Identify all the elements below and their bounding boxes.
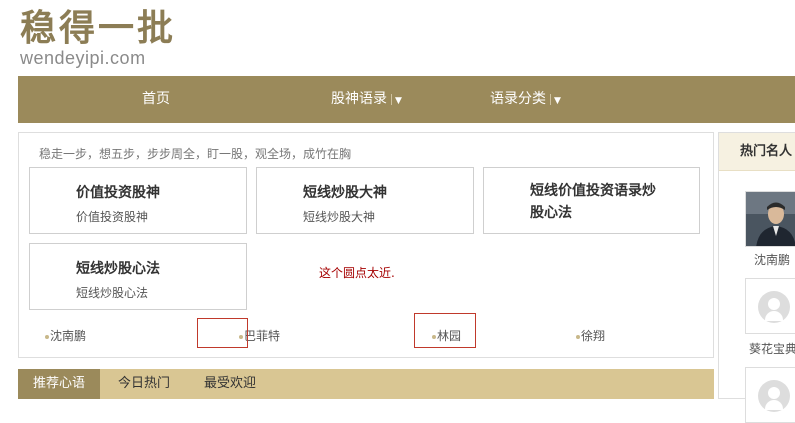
card-title: 短线炒股心法 [76,261,160,277]
name-label: 巴菲特 [244,329,281,343]
avatar[interactable] [745,367,795,423]
bullet-dot-icon [576,334,580,339]
annotation-note: 这个圆点太近. [319,266,395,280]
annotation-highlight-box [197,318,248,348]
nav-item-categories[interactable]: 语录分类 ▼ [490,76,561,123]
tab-today-hot[interactable]: 今日热门 [118,369,170,399]
chevron-down-icon: ▼ [554,96,561,106]
sidebar-hot-people: 热门名人 沈南鹏 葵花宝典 [718,132,795,423]
avatar-name[interactable]: 葵花宝典 [749,340,795,357]
person-photo-icon [746,192,795,246]
bullet-dot-icon [45,334,49,339]
card-title: 短线炒股大神 [303,185,387,201]
logo-text: 稳得一批 [20,8,177,49]
category-card[interactable]: 短线炒股大神 短线炒股大神 [256,167,474,234]
nav-item-label: 语录分类 [490,91,546,107]
name-link[interactable]: 徐翔 [576,327,605,344]
tab-recommended[interactable]: 推荐心语 [18,369,101,399]
card-subtitle: 价值投资股神 [76,210,149,224]
name-label: 沈南鹏 [50,329,87,343]
card-title: 短线价值投资语录炒股心法 [530,183,656,221]
avatar[interactable] [745,278,795,334]
avatar-name[interactable]: 沈南鹏 [754,251,790,268]
featured-panel: 稳走一步，想五步，步步周全，盯一股，观全场，成竹在胸 价值投资股神 价值投资股神… [18,132,714,358]
card-title: 价值投资股神 [76,185,160,201]
logo-domain: wendeyipi.com [20,48,146,68]
category-card[interactable]: 短线炒股心法 短线炒股心法 [29,243,247,310]
motto-text: 稳走一步，想五步，步步周全，盯一股，观全场，成竹在胸 [39,147,352,161]
name-link[interactable]: 沈南鹏 [45,327,86,344]
nav-separator [550,93,551,105]
chevron-down-icon: ▼ [395,96,402,106]
category-card[interactable]: 价值投资股神 价值投资股神 [29,167,247,234]
user-placeholder-icon [758,291,790,323]
main-nav: 首页 股神语录 ▼ 语录分类 ▼ [18,76,795,123]
annotation-highlight-box [414,313,476,348]
nav-item-label: 股神语录 [331,91,387,107]
tab-most-popular[interactable]: 最受欢迎 [204,369,256,399]
site-logo[interactable]: 稳得一批 wendeyipi.com [20,8,176,68]
nav-item-label: 首页 [142,91,170,107]
name-label: 徐翔 [581,329,606,343]
card-subtitle: 短线炒股心法 [76,286,149,300]
user-placeholder-icon [758,380,790,412]
card-subtitle: 短线炒股大神 [303,210,376,224]
nav-item-quotes[interactable]: 股神语录 ▼ [331,76,402,123]
nav-item-home[interactable]: 首页 [142,76,170,123]
content-tabs: 推荐心语 今日热门 最受欢迎 [18,369,714,399]
sidebar-title: 热门名人 [719,133,795,171]
avatar[interactable] [745,191,795,247]
nav-separator [391,93,392,105]
category-card[interactable]: 短线价值投资语录炒股心法 [483,167,700,234]
